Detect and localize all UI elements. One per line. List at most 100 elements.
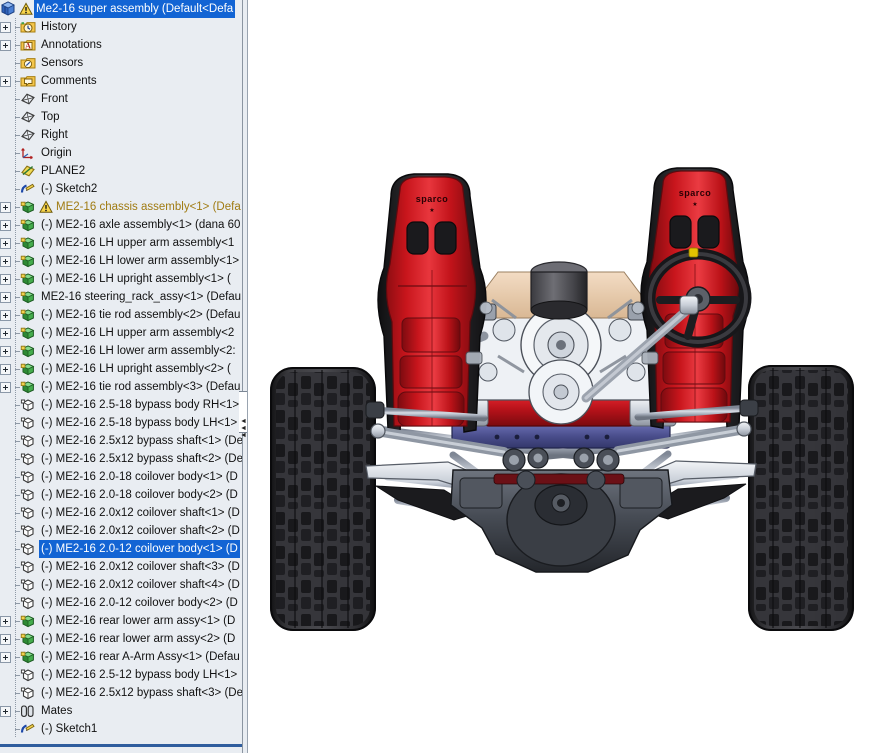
part-icon [20,433,36,449]
part-icon [20,523,36,539]
feature-tree-root-item[interactable]: Me2-16 super assembly (Default<Defa [0,0,243,18]
feature-tree-item[interactable]: (-) ME2-16 LH lower arm assembly<2: [0,342,243,360]
differential-axle [451,470,672,572]
solidworks-window: Me2-16 super assembly (Default<Defa Hist… [0,0,874,753]
tree-connector-line [12,450,20,468]
tree-connector-line [12,180,20,198]
feature-tree-item[interactable]: ME2-16 chassis assembly<1> (Defa [0,198,243,216]
feature-tree-item[interactable]: (-) ME2-16 axle assembly<1> (dana 60 [0,216,243,234]
feature-tree-item[interactable]: (-) ME2-16 2.0x12 coilover shaft<4> (D [0,576,243,594]
feature-tree-item[interactable]: Front [0,90,243,108]
expand-toggle-icon[interactable] [0,274,11,285]
feature-tree-item[interactable]: (-) ME2-16 LH upper arm assembly<1 [0,234,243,252]
feature-tree-item[interactable]: (-) ME2-16 2.5-18 bypass body RH<1> [0,396,243,414]
feature-tree-item[interactable]: (-) ME2-16 2.0-12 coilover body<1> (D [0,540,243,558]
expand-toggle-icon[interactable] [0,328,11,339]
expand-placeholder [0,724,11,735]
subassembly-icon [20,199,36,215]
svg-text:sparco: sparco [679,188,712,198]
feature-tree-item[interactable]: (-) ME2-16 2.5-12 bypass body LH<1> [0,666,243,684]
tree-connector-line [12,468,20,486]
left-racing-seat: sparco ★ [378,174,486,432]
part-icon [20,559,36,575]
expand-toggle-icon[interactable] [0,616,11,627]
sketch-icon [20,181,36,197]
expand-toggle-icon[interactable] [0,652,11,663]
tree-item-label: (-) ME2-16 2.0x12 coilover shaft<3> (D [39,558,242,576]
feature-tree-item[interactable]: (-) ME2-16 2.5x12 bypass shaft<3> (De [0,684,243,702]
tree-connector-line [12,234,20,252]
feature-tree-item[interactable]: (-) ME2-16 2.0-12 coilover body<2> (D [0,594,243,612]
feature-tree-item[interactable]: Top [0,108,243,126]
feature-tree-scroll-area[interactable]: Me2-16 super assembly (Default<Defa Hist… [0,0,243,746]
feature-tree-item[interactable]: History [0,18,243,36]
feature-tree-item[interactable]: (-) ME2-16 2.0x12 coilover shaft<2> (D [0,522,243,540]
expand-toggle-icon[interactable] [0,364,11,375]
tree-item-label: (-) ME2-16 2.5x12 bypass shaft<1> (De [39,432,243,450]
feature-tree-item[interactable]: (-) ME2-16 LH upper arm assembly<2 [0,324,243,342]
feature-tree-item[interactable]: (-) ME2-16 LH upright assembly<2> ( [0,360,243,378]
feature-tree-item[interactable]: (-) ME2-16 rear lower arm assy<2> (D [0,630,243,648]
expand-toggle-icon[interactable] [0,706,11,717]
expand-toggle-icon[interactable] [0,256,11,267]
feature-tree-item[interactable]: PLANE2 [0,162,243,180]
expand-toggle-icon[interactable] [0,310,11,321]
feature-tree-item[interactable]: (-) Sketch2 [0,180,243,198]
graphics-viewport[interactable]: sparco ★ sparco ★ [248,0,874,753]
tree-item-label: (-) ME2-16 2.0-18 coilover body<2> (D [39,486,240,504]
tree-item-label: (-) Sketch1 [39,720,99,738]
feature-tree-item[interactable]: (-) ME2-16 2.5-18 bypass body LH<1> [0,414,243,432]
expand-toggle-icon[interactable] [0,202,11,213]
tree-item-label: (-) ME2-16 2.0-18 coilover body<1> (D [39,468,240,486]
panel-splitter[interactable] [242,0,247,753]
tree-item-label: Annotations [39,36,104,54]
feature-tree-item[interactable]: ME2-16 steering_rack_assy<1> (Defau [0,288,243,306]
expand-toggle-icon[interactable] [0,382,11,393]
feature-tree-item[interactable]: (-) ME2-16 rear lower arm assy<1> (D [0,612,243,630]
feature-tree-item[interactable]: (-) ME2-16 LH lower arm assembly<1> [0,252,243,270]
feature-tree-item[interactable]: (-) ME2-16 2.5x12 bypass shaft<1> (De [0,432,243,450]
tree-connector-line [12,576,20,594]
feature-tree-item[interactable]: Right [0,126,243,144]
expand-placeholder [0,184,11,195]
subassembly-icon [20,217,36,233]
front-left-tire [271,368,375,630]
expand-toggle-icon[interactable] [0,76,11,87]
feature-tree-item[interactable]: AAnnotations [0,36,243,54]
feature-tree-item[interactable]: Mates [0,702,243,720]
part-icon [20,451,36,467]
assembly-icon [0,1,16,17]
feature-tree-item[interactable]: (-) ME2-16 2.0x12 coilover shaft<3> (D [0,558,243,576]
tree-item-label: Comments [39,72,99,90]
tree-item-label: (-) ME2-16 LH upright assembly<2> ( [39,360,233,378]
expand-toggle-icon[interactable] [0,40,11,51]
expand-toggle-icon[interactable] [0,346,11,357]
feature-tree-item[interactable]: (-) ME2-16 2.0x12 coilover shaft<1> (D [0,504,243,522]
tree-item-label: (-) ME2-16 2.0x12 coilover shaft<1> (D [39,504,242,522]
feature-tree-item[interactable]: (-) ME2-16 2.0-18 coilover body<2> (D [0,486,243,504]
expand-toggle-icon[interactable] [0,220,11,231]
feature-tree-item[interactable]: Comments [0,72,243,90]
plane-icon [20,91,36,107]
feature-tree-item[interactable]: (-) ME2-16 2.5x12 bypass shaft<2> (De [0,450,243,468]
tree-item-label: (-) ME2-16 LH lower arm assembly<2: [39,342,238,360]
expand-toggle-icon[interactable] [0,238,11,249]
feature-tree-item[interactable]: (-) ME2-16 rear A-Arm Assy<1> (Defau [0,648,243,666]
expand-placeholder [0,94,11,105]
expand-toggle-icon[interactable] [0,22,11,33]
feature-tree-item[interactable]: (-) ME2-16 tie rod assembly<3> (Defau [0,378,243,396]
tree-item-label: (-) ME2-16 2.0x12 coilover shaft<4> (D [39,576,242,594]
expand-toggle-icon[interactable] [0,292,11,303]
tree-connector-line [12,432,20,450]
expand-toggle-icon[interactable] [0,634,11,645]
feature-tree-item[interactable]: (-) Sketch1 [0,720,243,738]
feature-tree-item[interactable]: (-) ME2-16 LH upright assembly<1> ( [0,270,243,288]
feature-tree-item[interactable]: (-) ME2-16 2.0-18 coilover body<1> (D [0,468,243,486]
feature-tree-item[interactable]: (-) ME2-16 tie rod assembly<2> (Defau [0,306,243,324]
tree-connector-line [12,486,20,504]
subassembly-icon [20,343,36,359]
feature-tree-item[interactable]: Sensors [0,54,243,72]
part-icon [20,397,36,413]
feature-tree-item[interactable]: Origin [0,144,243,162]
flyout-scroll-arrows[interactable]: ◄◄◄ [240,418,248,439]
